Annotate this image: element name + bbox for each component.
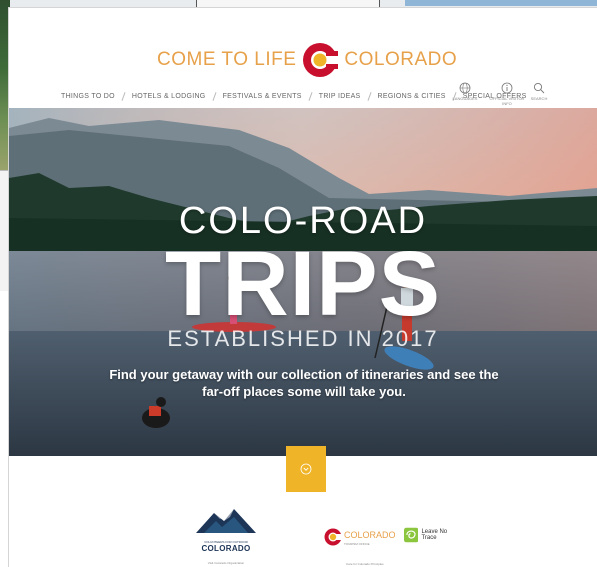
partner2-subtitle: TOURISM OFFICE <box>344 542 370 546</box>
site-logo[interactable]: COME TO LIFE COLORADO <box>157 40 457 80</box>
background-panel-fragment <box>196 0 380 8</box>
nav-item-things-to-do[interactable]: Things to Do <box>53 93 123 100</box>
partner1-name: COLORADO <box>201 544 251 553</box>
nav-item-trip-ideas[interactable]: Trip Ideas <box>311 93 369 100</box>
languages-button[interactable]: Languages <box>445 82 485 101</box>
globe-icon <box>459 82 471 94</box>
chevron-down-icon <box>300 463 312 475</box>
hero-established: ESTABLISHED IN 2017 <box>167 326 439 351</box>
partner2-name: COLORADO <box>344 530 396 540</box>
volunteers-colorado-logo[interactable]: VOLUNTEERS FOR OUTDOOR COLORADO Visit Co… <box>194 505 258 565</box>
colorado-c-small-icon <box>324 528 342 546</box>
nav-item-regions-cities[interactable]: Regions & Cities <box>370 93 454 100</box>
partner1-tagline: Visit Colorado Organization <box>207 561 245 565</box>
logo-text-right: COLORADO <box>344 49 458 70</box>
leave-no-trace-label: Leave No Trace <box>421 529 448 541</box>
search-button[interactable]: Search <box>519 82 559 101</box>
hero-description: Find your getaway with our collection of… <box>109 367 499 399</box>
languages-label: Languages <box>452 96 478 101</box>
partner2-tagline: Care for Colorado Principles <box>346 562 384 566</box>
leave-no-trace-icon <box>404 527 419 543</box>
logo-text-left: COME TO LIFE <box>157 49 297 70</box>
mountain-logo-icon <box>196 509 256 533</box>
search-icon <box>533 82 545 94</box>
nav-item-hotels-lodging[interactable]: Hotels & Lodging <box>124 93 214 100</box>
website-frame: COME TO LIFE COLORADO Things to Do Hotel… <box>9 8 597 567</box>
leave-no-trace-logo[interactable]: Leave No Trace <box>404 523 452 547</box>
info-icon <box>501 82 513 94</box>
search-label: Search <box>530 96 548 101</box>
colorado-c-logo-icon <box>303 43 339 77</box>
hero-title: TRIPS <box>165 233 441 335</box>
scroll-down-button[interactable] <box>286 446 326 492</box>
site-header: COME TO LIFE COLORADO Things to Do Hotel… <box>9 8 597 108</box>
background-photo-fragment <box>405 0 597 6</box>
hero-banner: COLO-ROAD TRIPS ESTABLISHED IN 2017 Find… <box>9 108 597 456</box>
nav-item-festivals-events[interactable]: Festivals & Events <box>215 93 310 100</box>
